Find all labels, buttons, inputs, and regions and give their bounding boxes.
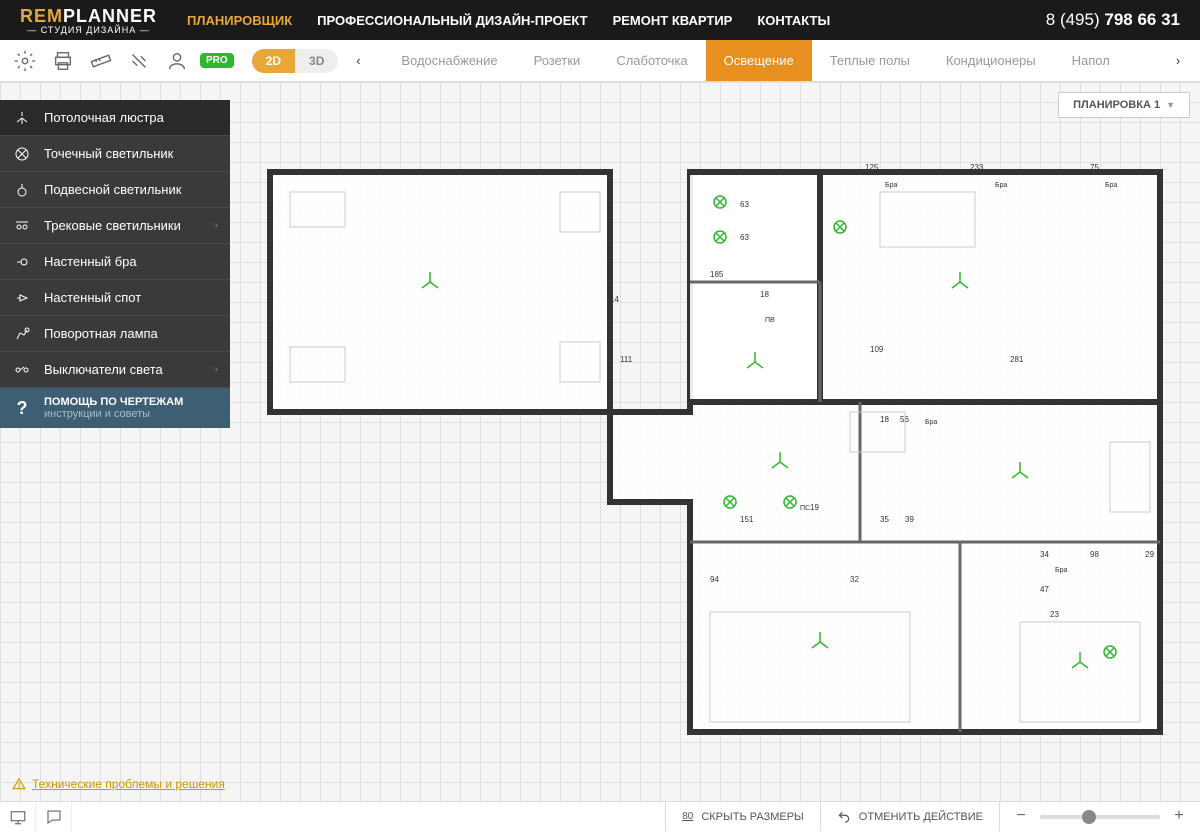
svg-text:ПВ: ПВ (765, 317, 775, 324)
svg-text:185: 185 (710, 270, 724, 279)
view-2d-button[interactable]: 2D (252, 49, 295, 73)
settings-icon[interactable] (10, 46, 40, 76)
warning-icon (12, 777, 26, 791)
tech-issues-link[interactable]: Технические проблемы и решения (12, 777, 225, 791)
logo[interactable]: REMPLANNER — СТУДИЯ ДИЗАЙНА — (20, 6, 157, 35)
floorplan-drawing[interactable]: 12523375 6363 18518 14111 109281 1856 15… (260, 162, 1170, 742)
svg-text:18: 18 (880, 415, 889, 424)
svg-text:125: 125 (865, 163, 879, 172)
hide-dimensions-button[interactable]: 80 СКРЫТЬ РАЗМЕРЫ (665, 802, 820, 831)
svg-text:47: 47 (1040, 585, 1049, 594)
logo-rem: REM (20, 6, 63, 26)
wall-spot-icon (12, 290, 32, 306)
zoom-out-button[interactable]: − (1012, 808, 1030, 826)
switch-icon (12, 362, 32, 378)
svg-text:94: 94 (710, 575, 719, 584)
nav-design[interactable]: ПРОФЕССИОНАЛЬНЫЙ ДИЗАЙН-ПРОЕКТ (317, 13, 587, 28)
svg-text:23: 23 (1050, 610, 1059, 619)
sidebar-item-pendant[interactable]: Подвесной светильник (0, 172, 230, 208)
print-icon[interactable] (48, 46, 78, 76)
view-3d-button[interactable]: 3D (295, 49, 338, 73)
sidebar-item-spotlight[interactable]: Точечный светильник (0, 136, 230, 172)
view-toggle: 2D 3D (252, 49, 339, 73)
svg-text:29: 29 (1145, 550, 1154, 559)
svg-text:32: 32 (850, 575, 859, 584)
svg-text:63: 63 (740, 233, 749, 242)
chevron-right-icon: › (215, 220, 218, 231)
main-nav: ПЛАНИРОВЩИК ПРОФЕССИОНАЛЬНЫЙ ДИЗАЙН-ПРОЕ… (187, 13, 1046, 28)
undo-icon (837, 810, 851, 824)
svg-text:233: 233 (970, 163, 984, 172)
bottom-bar: 80 СКРЫТЬ РАЗМЕРЫ ОТМЕНИТЬ ДЕЙСТВИЕ − + (0, 801, 1200, 831)
svg-text:14: 14 (610, 295, 619, 304)
undo-button[interactable]: ОТМЕНИТЬ ДЕЙСТВИЕ (820, 802, 999, 831)
pendant-icon (12, 182, 32, 198)
tab-ac[interactable]: Кондиционеры (928, 40, 1054, 81)
zoom-control: − + (999, 802, 1200, 831)
sidebar-item-rotating-lamp[interactable]: Поворотная лампа (0, 316, 230, 352)
sconce-icon (12, 254, 32, 270)
sidebar-item-switches[interactable]: Выключатели света › (0, 352, 230, 388)
chat-icon[interactable] (36, 802, 72, 832)
zoom-in-button[interactable]: + (1170, 808, 1188, 826)
sidebar-item-chandelier[interactable]: Потолочная люстра (0, 100, 230, 136)
tab-floor[interactable]: Напол (1054, 40, 1128, 81)
logo-subtitle: — СТУДИЯ ДИЗАЙНА — (20, 25, 157, 35)
svg-text:Бра: Бра (1105, 182, 1117, 189)
sidebar-item-wall-spot[interactable]: Настенный спот (0, 280, 230, 316)
category-tabs: Водоснабжение Розетки Слаботочка Освещен… (383, 40, 1158, 81)
svg-text:ПС: ПС (800, 505, 810, 512)
chevron-right-icon: › (215, 364, 218, 375)
svg-text:18: 18 (760, 290, 769, 299)
svg-text:39: 39 (905, 515, 914, 524)
svg-text:Бра: Бра (925, 419, 937, 426)
spotlight-icon (12, 146, 32, 162)
sidebar-item-track[interactable]: Трековые светильники › (0, 208, 230, 244)
tab-heated-floors[interactable]: Теплые полы (812, 40, 928, 81)
nav-renovation[interactable]: РЕМОНТ КВАРТИР (613, 13, 733, 28)
svg-text:98: 98 (1090, 550, 1099, 559)
zoom-handle[interactable] (1082, 810, 1096, 824)
svg-text:75: 75 (1090, 163, 1099, 172)
help-icon: ? (12, 398, 32, 419)
svg-text:Бра: Бра (1055, 567, 1067, 574)
sidebar: Потолочная люстра Точечный светильник По… (0, 100, 230, 428)
tab-sockets[interactable]: Розетки (516, 40, 599, 81)
svg-text:34: 34 (1040, 550, 1049, 559)
svg-text:151: 151 (740, 515, 754, 524)
toolbar: PRO 2D 3D ‹ Водоснабжение Розетки Слабот… (0, 40, 1200, 82)
phone-number: 8 (495) 798 66 31 (1046, 10, 1180, 30)
svg-text:281: 281 (1010, 355, 1024, 364)
svg-text:Бра: Бра (995, 182, 1007, 189)
rotating-lamp-icon (12, 326, 32, 342)
chandelier-icon (12, 110, 32, 126)
svg-text:Бра: Бра (885, 182, 897, 189)
pro-badge[interactable]: PRO (200, 53, 234, 68)
track-icon (12, 218, 32, 234)
presentation-icon[interactable] (0, 802, 36, 832)
tab-lowcurrent[interactable]: Слаботочка (598, 40, 705, 81)
svg-text:19: 19 (810, 503, 819, 512)
layout-selector[interactable]: ПЛАНИРОВКА 1 ▼ (1058, 92, 1190, 118)
main-header: REMPLANNER — СТУДИЯ ДИЗАЙНА — ПЛАНИРОВЩИ… (0, 0, 1200, 40)
tabs-next-icon[interactable]: › (1166, 49, 1190, 73)
svg-text:111: 111 (620, 355, 633, 364)
svg-text:35: 35 (880, 515, 889, 524)
tools-icon[interactable] (124, 46, 154, 76)
zoom-slider[interactable] (1040, 815, 1160, 819)
nav-planner[interactable]: ПЛАНИРОВЩИК (187, 13, 292, 28)
tab-water[interactable]: Водоснабжение (383, 40, 515, 81)
logo-planner: PLANNER (63, 6, 157, 26)
ruler-icon[interactable] (86, 46, 116, 76)
svg-text:109: 109 (870, 345, 884, 354)
svg-text:63: 63 (740, 200, 749, 209)
chevron-down-icon: ▼ (1166, 100, 1175, 110)
sidebar-help[interactable]: ? ПОМОЩЬ ПО ЧЕРТЕЖАМ инструкции и советы (0, 388, 230, 428)
tab-lighting[interactable]: Освещение (706, 40, 812, 81)
sidebar-item-sconce[interactable]: Настенный бра (0, 244, 230, 280)
tabs-prev-icon[interactable]: ‹ (346, 49, 370, 73)
person-icon[interactable] (162, 46, 192, 76)
nav-contacts[interactable]: КОНТАКТЫ (757, 13, 830, 28)
